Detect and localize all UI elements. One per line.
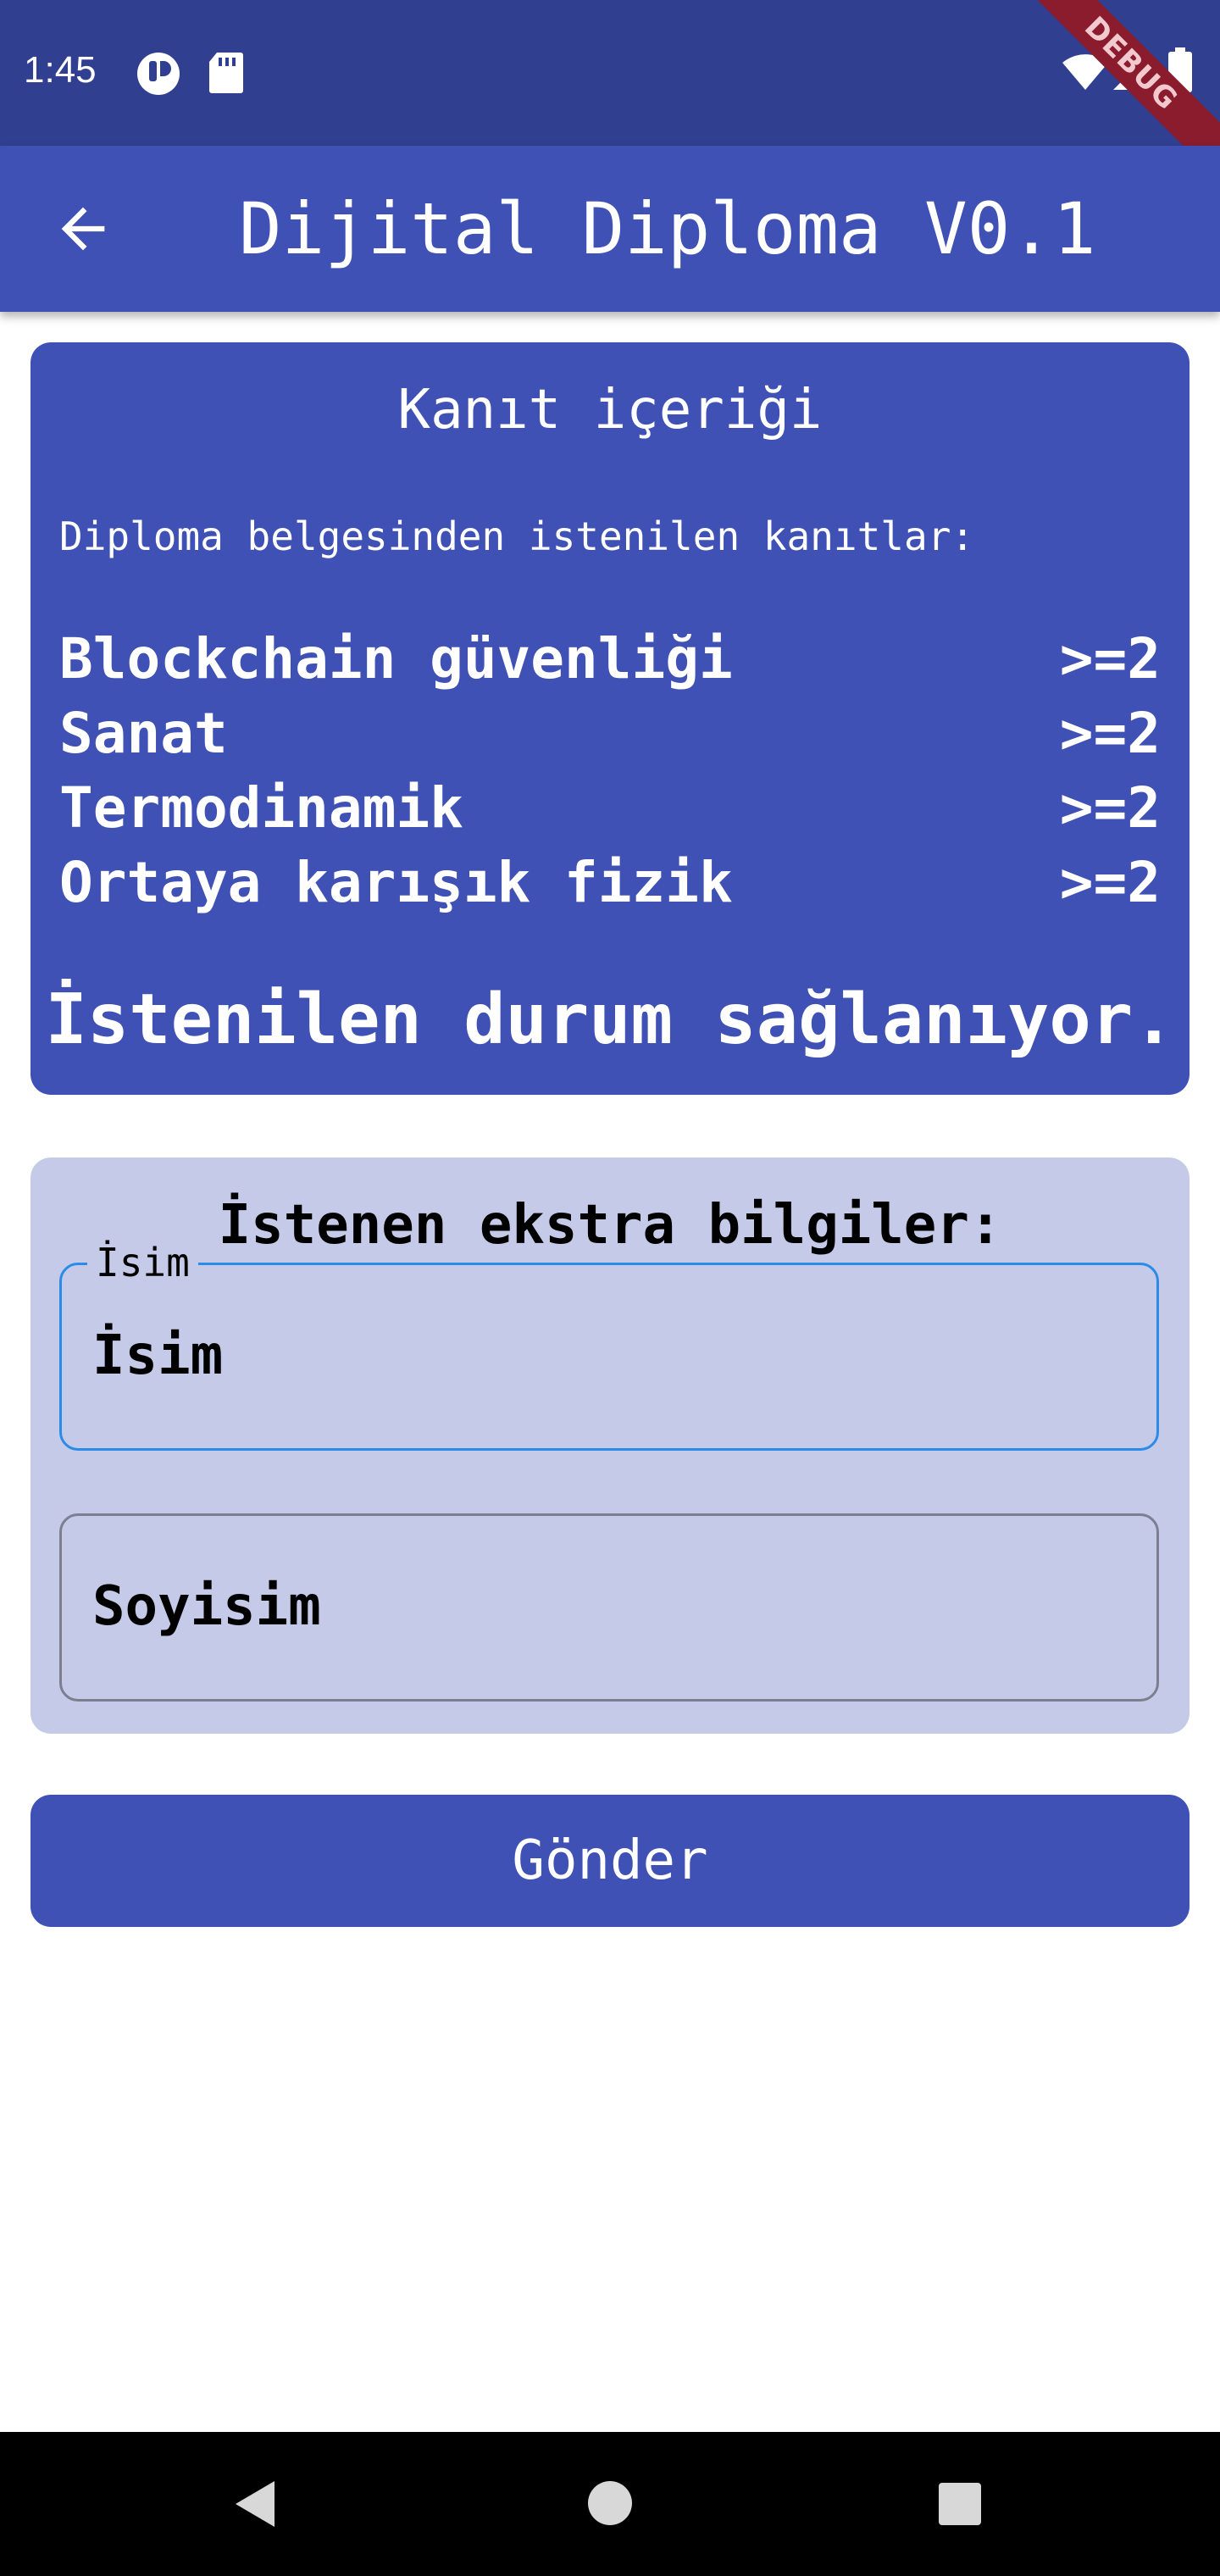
proof-item: Termodinamik >=2 — [59, 771, 1161, 846]
nav-recents-icon[interactable] — [937, 2481, 983, 2530]
proof-item-value: >=2 — [1059, 701, 1161, 766]
notification-icon — [136, 51, 181, 100]
proof-item-name: Sanat — [59, 701, 228, 766]
proof-item-value: >=2 — [1059, 626, 1161, 691]
proof-item: Sanat >=2 — [59, 697, 1161, 771]
proof-result: İstenilen durum sağlanıyor. — [45, 980, 1175, 1060]
name-field[interactable]: İsim — [59, 1233, 1159, 1451]
proof-item-name: Blockchain güvenliği — [59, 626, 733, 691]
nav-home-icon[interactable] — [586, 2479, 634, 2530]
proof-item-name: Termodinamik — [59, 775, 463, 841]
page-title: Dijital Diploma V0.1 — [239, 187, 1096, 270]
proof-item-value: >=2 — [1059, 775, 1161, 841]
name-input[interactable] — [92, 1318, 1109, 1394]
proof-item: Ortaya karışık fizik >=2 — [59, 846, 1161, 920]
extra-info-title: İstenen ekstra bilgiler: — [218, 1194, 1002, 1257]
proof-subtitle: Diploma belgesinden istenilen kanıtlar: — [59, 514, 975, 559]
system-nav-bar — [0, 2432, 1220, 2576]
arrow-left-icon[interactable] — [51, 197, 115, 264]
surname-input[interactable] — [92, 1568, 1109, 1645]
sd-card-icon — [207, 51, 244, 98]
nav-back-icon[interactable] — [230, 2478, 278, 2534]
proof-card: Kanıt içeriği Diploma belgesinden isteni… — [30, 342, 1190, 1095]
proof-item-value: >=2 — [1059, 850, 1161, 915]
surname-field[interactable] — [59, 1513, 1159, 1702]
proof-list: Blockchain güvenliği >=2 Sanat >=2 Termo… — [59, 622, 1161, 920]
status-bar: 1:45 DEBUG — [0, 0, 1220, 178]
proof-item: Blockchain güvenliği >=2 — [59, 622, 1161, 697]
status-time: 1:45 — [24, 49, 97, 91]
proof-item-name: Ortaya karışık fizik — [59, 850, 733, 915]
submit-button[interactable]: Gönder — [30, 1795, 1190, 1927]
extra-info-card: İstenen ekstra bilgiler: İsim — [30, 1158, 1190, 1734]
proof-title: Kanıt içeriği — [397, 379, 823, 441]
app-bar: Dijital Diploma V0.1 — [0, 146, 1220, 312]
